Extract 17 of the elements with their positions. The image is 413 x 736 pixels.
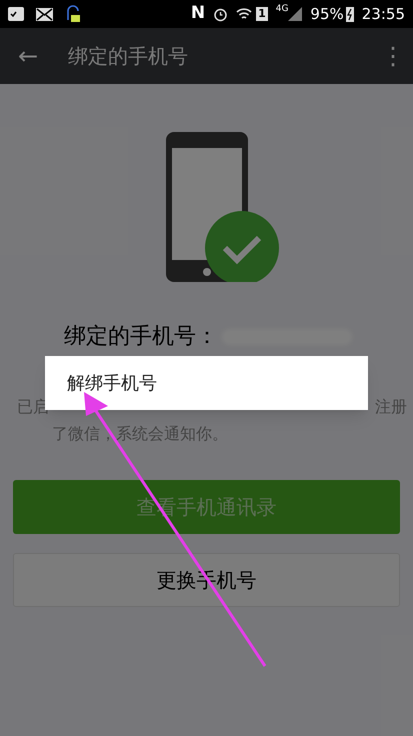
nfc-icon: N <box>190 1 206 27</box>
sim-indicator: 1 <box>256 7 268 21</box>
more-button[interactable]: ⋮ <box>373 38 413 74</box>
network-type: 4G <box>276 3 288 16</box>
window-title: 绑定的手机号 <box>68 43 188 70</box>
phone-check-icon <box>164 132 280 282</box>
mail-icon <box>36 8 53 20</box>
alarm-icon <box>213 6 228 22</box>
menu-item[interactable]: 解绑手机号 <box>45 356 368 410</box>
heading: 绑定的手机号： <box>64 323 218 351</box>
battery-icon <box>346 6 354 22</box>
wifi-icon <box>236 7 252 21</box>
back-button[interactable]: ← <box>0 38 56 74</box>
signal-icon <box>288 7 302 21</box>
battery-level: 95% <box>310 4 344 25</box>
notification-icon <box>8 7 24 21</box>
clock-time: 23:55 <box>362 4 405 25</box>
